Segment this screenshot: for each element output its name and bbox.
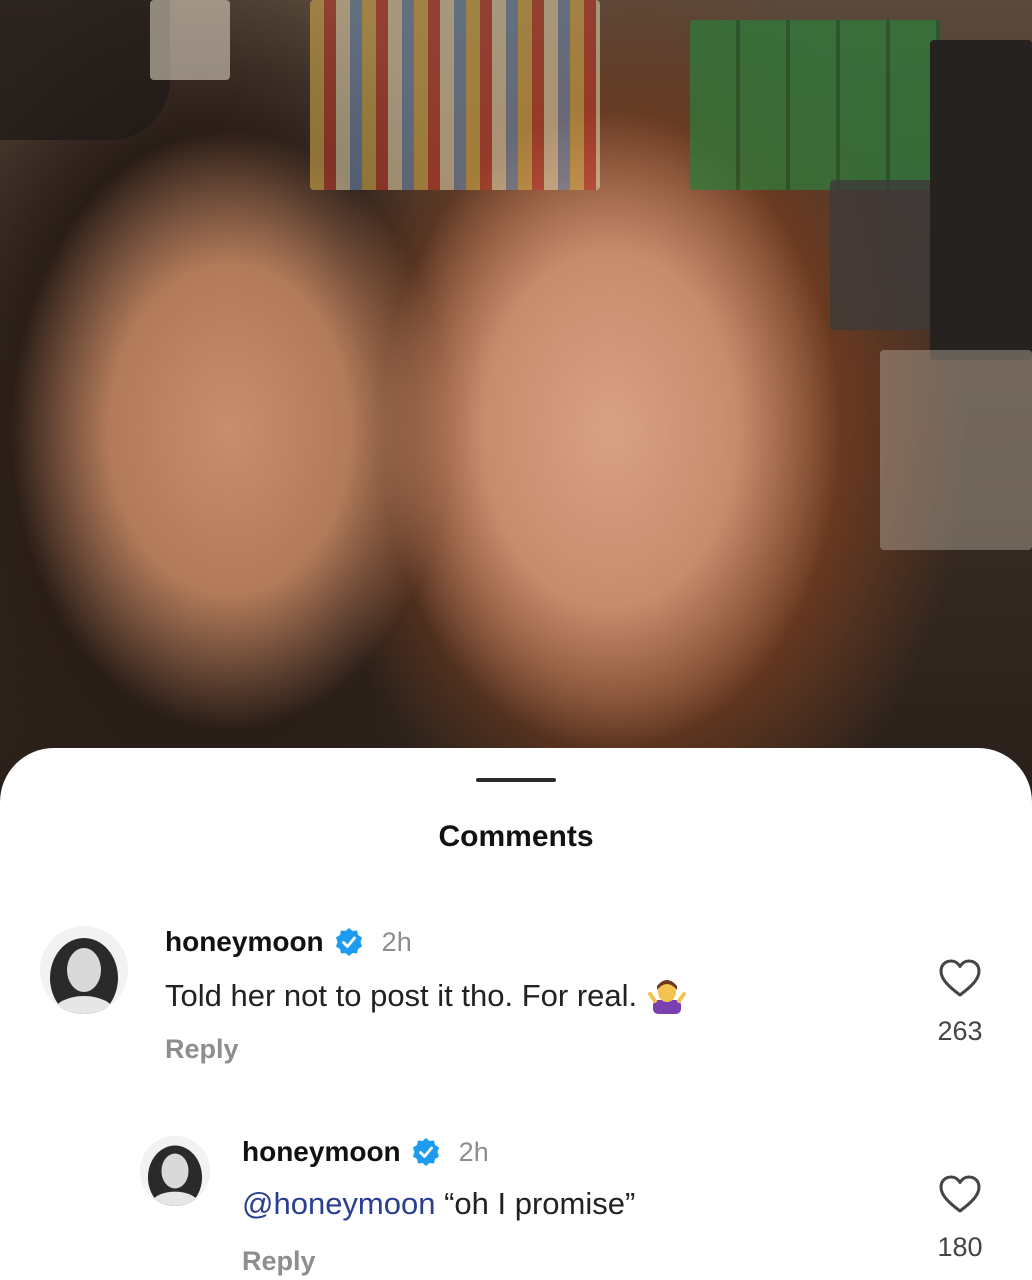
comment-text: Told her not to post it tho. For real. [165, 974, 687, 1014]
verified-badge-icon [411, 1137, 441, 1167]
mention-link[interactable]: @honeymoon [242, 1186, 435, 1221]
store-shelf [830, 180, 940, 330]
comment-body: “oh I promise” [435, 1186, 636, 1221]
username[interactable]: honeymoon [165, 926, 324, 958]
reply-button[interactable]: Reply [242, 1246, 316, 1277]
username[interactable]: honeymoon [242, 1136, 401, 1168]
comment: honeymoon 2h Told her not to post it tho… [40, 924, 1000, 1074]
timestamp: 2h [458, 1136, 489, 1167]
avatar-photo [140, 1136, 210, 1206]
person-shrugging-emoji [647, 974, 687, 1014]
avatar[interactable] [40, 926, 128, 1014]
like-control: 180 [920, 1174, 1000, 1263]
store-floor [880, 350, 1032, 550]
timestamp: 2h [381, 926, 412, 957]
reply-comment: honeymoon 2h @honeymoon “oh I promise” R… [140, 1134, 1000, 1280]
sheet-title: Comments [438, 820, 594, 853]
verified-badge-icon [334, 927, 364, 957]
background-person [0, 0, 170, 140]
reply-button[interactable]: Reply [165, 1034, 239, 1065]
comment-meta: honeymoon 2h [242, 1134, 489, 1170]
like-count: 180 [937, 1232, 983, 1262]
like-count: 263 [937, 1016, 983, 1046]
beer-crates [690, 20, 940, 190]
avatar-photo [40, 926, 128, 1014]
like-control: 263 [920, 958, 1000, 1047]
comment-body: Told her not to post it tho. For real. [165, 978, 638, 1013]
store-shelf [310, 0, 600, 190]
heart-icon[interactable] [938, 958, 982, 998]
comments-sheet: Comments honeymoon 2h Told her not to po… [0, 748, 1032, 1280]
post-photo [0, 0, 1032, 790]
snack-display [930, 40, 1032, 360]
comment-text: @honeymoon “oh I promise” [242, 1186, 635, 1222]
heart-icon[interactable] [938, 1174, 982, 1214]
drag-handle[interactable] [476, 778, 556, 782]
background-box [150, 0, 230, 80]
comment-meta: honeymoon 2h [165, 924, 412, 960]
avatar[interactable] [140, 1136, 210, 1206]
